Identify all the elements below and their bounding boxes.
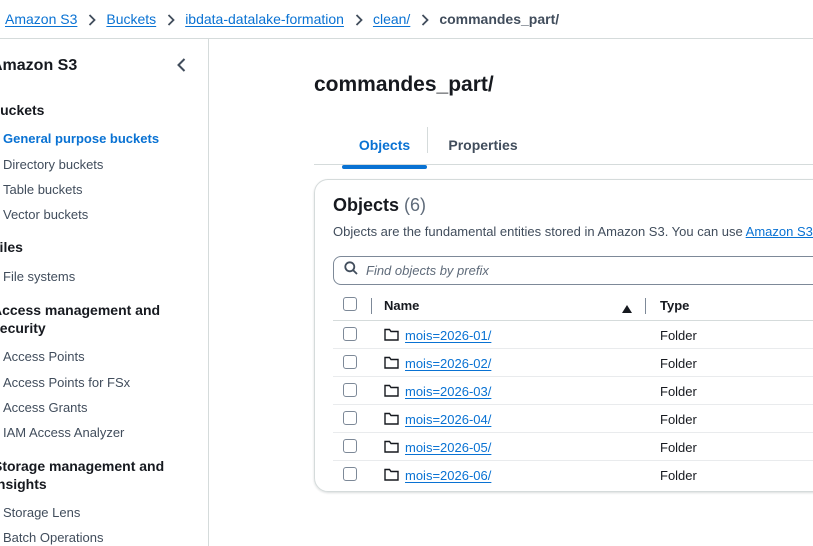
search-input[interactable] <box>366 263 766 278</box>
sidebar-section-files: Files <box>0 239 23 255</box>
tab-objects[interactable]: Objects <box>342 126 427 169</box>
folder-link[interactable]: mois=2026-06/ <box>405 468 491 483</box>
folder-icon <box>384 440 399 456</box>
folder-icon <box>384 328 399 344</box>
chevron-right-icon <box>88 14 97 26</box>
breadcrumb-bucket[interactable]: ibdata-datalake-formation <box>185 11 344 27</box>
row-checkbox[interactable] <box>343 439 357 453</box>
sidebar-item-access-points-fsx[interactable]: Access Points for FSx <box>3 375 130 390</box>
row-type: Folder <box>660 412 697 427</box>
objects-heading: Objects (6) <box>333 195 426 216</box>
folder-link[interactable]: mois=2026-03/ <box>405 384 491 399</box>
chevron-left-icon[interactable] <box>175 57 189 73</box>
search-box[interactable] <box>333 256 813 285</box>
sidebar-section-access-management: Access management and security <box>0 302 161 336</box>
breadcrumb-current: commandes_part/ <box>439 11 560 27</box>
table-row: mois=2026-02/ Folder <box>333 349 813 377</box>
column-header-name[interactable]: Name <box>384 298 419 313</box>
sidebar-section-storage-management: Storage management and insights <box>0 458 165 492</box>
sidebar-item-storage-lens[interactable]: Storage Lens <box>3 505 80 520</box>
table-header: Name Type <box>333 293 813 321</box>
search-icon <box>344 261 358 280</box>
folder-icon <box>384 356 399 372</box>
row-checkbox[interactable] <box>343 411 357 425</box>
objects-heading-label: Objects <box>333 195 400 215</box>
column-header-type[interactable]: Type <box>660 298 689 313</box>
sidebar-item-batch-operations[interactable]: Batch Operations <box>3 530 103 545</box>
folder-icon <box>384 412 399 428</box>
sidebar-item-iam-access-analyzer[interactable]: IAM Access Analyzer <box>3 425 124 440</box>
row-checkbox[interactable] <box>343 467 357 481</box>
row-type: Folder <box>660 328 697 343</box>
table-row: mois=2026-06/ Folder <box>333 461 813 489</box>
breadcrumb: Amazon S3 Buckets ibdata-datalake-format… <box>0 0 813 39</box>
chevron-right-icon <box>355 14 363 26</box>
folder-icon <box>384 468 399 484</box>
table-row: mois=2026-04/ Folder <box>333 405 813 433</box>
tab-properties[interactable]: Properties <box>438 126 528 164</box>
sidebar-item-general-purpose-buckets[interactable]: General purpose buckets <box>3 131 159 146</box>
sidebar-item-table-buckets[interactable]: Table buckets <box>3 182 83 197</box>
inventory-link[interactable]: Amazon S3 inventory <box>746 224 813 239</box>
folder-link[interactable]: mois=2026-05/ <box>405 440 491 455</box>
objects-description-text: Objects are the fundamental entities sto… <box>333 224 746 239</box>
select-all-checkbox[interactable] <box>343 297 357 311</box>
row-checkbox[interactable] <box>343 383 357 397</box>
sidebar-title: Amazon S3 <box>0 57 78 74</box>
tab-divider <box>427 127 428 153</box>
breadcrumb-clean[interactable]: clean/ <box>373 11 410 27</box>
table-row: mois=2026-05/ Folder <box>333 433 813 461</box>
sidebar-item-file-systems[interactable]: File systems <box>3 269 75 284</box>
folder-icon <box>384 384 399 400</box>
chevron-right-icon <box>167 14 175 26</box>
tab-list: Objects Properties <box>314 126 813 169</box>
page-title: commandes_part/ <box>314 73 494 96</box>
folder-link[interactable]: mois=2026-04/ <box>405 412 491 427</box>
table-row: mois=2026-03/ Folder <box>333 377 813 405</box>
sidebar: Amazon S3 Buckets General purpose bucket… <box>0 39 209 546</box>
folder-link[interactable]: mois=2026-02/ <box>405 356 491 371</box>
sidebar-item-access-points[interactable]: Access Points <box>3 349 85 364</box>
row-type: Folder <box>660 440 697 455</box>
folder-link[interactable]: mois=2026-01/ <box>405 328 491 343</box>
objects-description: Objects are the fundamental entities sto… <box>333 224 813 239</box>
sidebar-item-directory-buckets[interactable]: Directory buckets <box>3 157 103 172</box>
sidebar-item-access-grants[interactable]: Access Grants <box>3 400 88 415</box>
sidebar-section-buckets: Buckets <box>0 102 45 118</box>
objects-panel: Objects (6) Objects are the fundamental … <box>314 179 813 492</box>
row-checkbox[interactable] <box>343 355 357 369</box>
column-divider <box>371 298 372 314</box>
row-type: Folder <box>660 356 697 371</box>
row-type: Folder <box>660 384 697 399</box>
row-checkbox[interactable] <box>343 327 357 341</box>
row-type: Folder <box>660 468 697 483</box>
sort-ascending-icon[interactable] <box>622 301 632 316</box>
sidebar-item-vector-buckets[interactable]: Vector buckets <box>3 207 88 222</box>
chevron-right-icon <box>421 14 430 26</box>
column-divider <box>645 298 646 314</box>
table-row: mois=2026-01/ Folder <box>333 321 813 349</box>
breadcrumb-amazon-s3[interactable]: Amazon S3 <box>5 11 77 27</box>
objects-count: (6) <box>404 195 427 215</box>
breadcrumb-buckets[interactable]: Buckets <box>106 11 156 27</box>
